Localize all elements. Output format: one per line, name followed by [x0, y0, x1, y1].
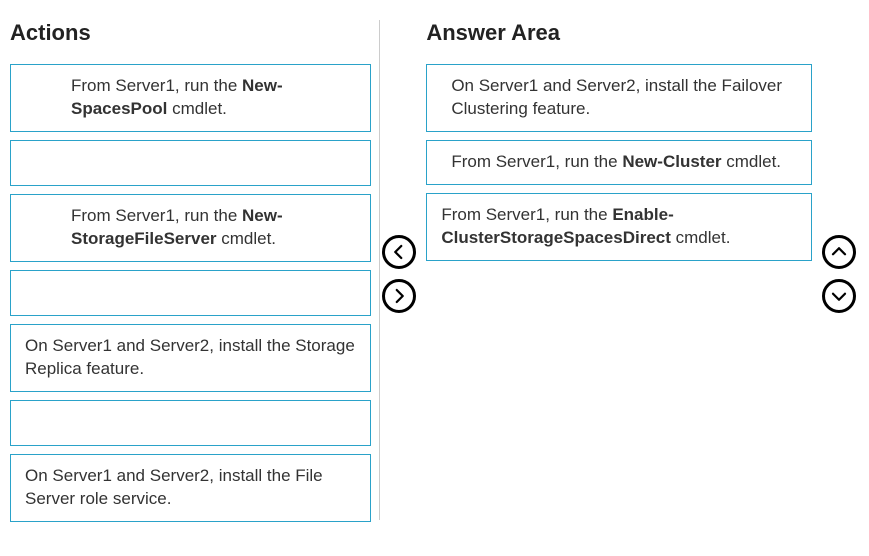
answer-suffix: cmdlet. [671, 228, 731, 247]
action-item-empty[interactable] [10, 400, 371, 446]
chevron-down-icon [830, 287, 848, 305]
action-text: On Server1 and Server2, install the Stor… [25, 336, 355, 378]
answer-text: On Server1 and Server2, install the Fail… [451, 76, 782, 118]
move-left-button[interactable] [382, 235, 416, 269]
answer-suffix: cmdlet. [722, 152, 782, 171]
move-down-button[interactable] [822, 279, 856, 313]
chevron-right-icon [390, 287, 408, 305]
actions-heading: Actions [10, 20, 371, 46]
answer-item[interactable]: On Server1 and Server2, install the Fail… [426, 64, 812, 132]
main-container: Actions From Server1, run the New-Spaces… [0, 0, 869, 532]
action-prefix: From Server1, run the [71, 206, 242, 225]
move-controls [379, 20, 418, 520]
action-item-empty[interactable] [10, 270, 371, 316]
move-right-button[interactable] [382, 279, 416, 313]
action-item[interactable]: From Server1, run the New-SpacesPool cmd… [10, 64, 371, 132]
action-suffix: cmdlet. [167, 99, 227, 118]
answer-item[interactable]: From Server1, run the New-Cluster cmdlet… [426, 140, 812, 185]
chevron-left-icon [390, 243, 408, 261]
answer-column: Answer Area On Server1 and Server2, inst… [426, 20, 812, 261]
action-text: On Server1 and Server2, install the File… [25, 466, 323, 508]
answer-cmd: New-Cluster [622, 152, 721, 171]
answer-prefix: From Server1, run the [451, 152, 622, 171]
answer-item[interactable]: From Server1, run the Enable-ClusterStor… [426, 193, 812, 261]
action-prefix: From Server1, run the [71, 76, 242, 95]
action-item[interactable]: On Server1 and Server2, install the Stor… [10, 324, 371, 392]
action-suffix: cmdlet. [217, 229, 277, 248]
action-item[interactable]: From Server1, run the New-StorageFileSer… [10, 194, 371, 262]
answer-prefix: From Server1, run the [441, 205, 612, 224]
reorder-controls [820, 20, 859, 520]
actions-column: Actions From Server1, run the New-Spaces… [10, 20, 371, 522]
action-item[interactable]: On Server1 and Server2, install the File… [10, 454, 371, 522]
answer-heading: Answer Area [426, 20, 812, 46]
action-item-empty[interactable] [10, 140, 371, 186]
chevron-up-icon [830, 243, 848, 261]
move-up-button[interactable] [822, 235, 856, 269]
